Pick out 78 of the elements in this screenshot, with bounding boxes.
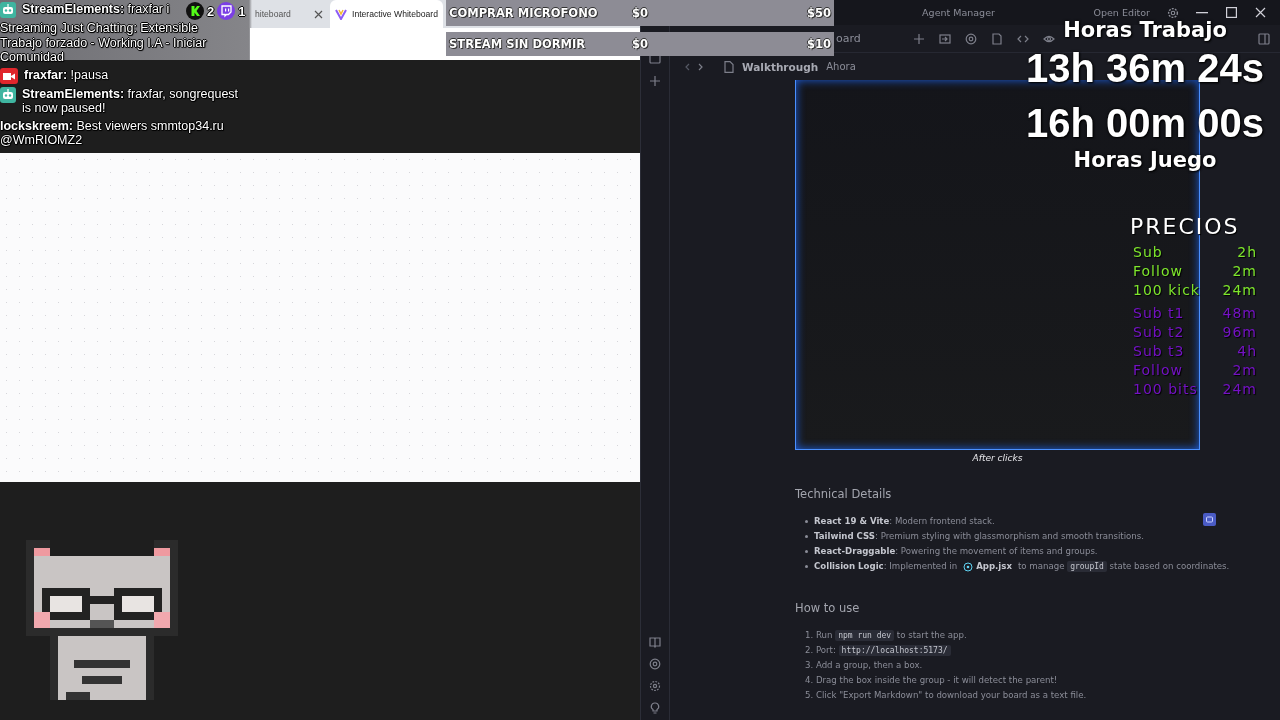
chevron-left-icon[interactable] [684, 62, 690, 71]
browser-tab[interactable]: hiteboard [250, 0, 328, 28]
file-name[interactable]: App.jsx [976, 560, 1012, 573]
breadcrumb-title: Walkthrough [742, 60, 819, 73]
chevron-right-icon[interactable] [698, 62, 704, 71]
open-editor-link[interactable]: Open Editor [1093, 7, 1150, 18]
settings-icon[interactable] [649, 680, 661, 692]
bullet-icon [805, 565, 808, 568]
atom-icon [963, 561, 974, 572]
frame-icon[interactable] [1203, 513, 1216, 526]
viewer-count: 2 [207, 3, 215, 19]
toolbar-title: oard [836, 32, 861, 45]
window-title: Agent Manager [922, 7, 995, 18]
side-panel-icon[interactable] [1258, 32, 1270, 45]
file-icon[interactable] [991, 32, 1003, 45]
price-label: Follow [1133, 262, 1183, 281]
goal-target: $50 [807, 6, 831, 20]
circle-logo-icon[interactable] [649, 658, 661, 670]
list-item-text: 1. Run npm run dev to start the app. [805, 629, 967, 642]
price-label: Follow [1133, 361, 1183, 380]
minimize-icon[interactable] [1196, 11, 1208, 14]
price-value: 4h [1237, 342, 1257, 361]
chat-message: StreamElements: fraxfar i [22, 2, 170, 17]
globe-icon[interactable] [965, 32, 977, 45]
chat-message: lockskreem: Best viewers smmtop34.ru @WmRIOMZ2 [0, 118, 225, 148]
price-value: 24m [1222, 380, 1257, 399]
goal-label: COMPRAR MICROFONO [449, 6, 599, 20]
list-item-text: React-Draggable: Powering the movement of items and groups. [814, 545, 1098, 558]
section-heading: Technical Details [795, 487, 893, 501]
timer-value: 13h 36m 24s [1026, 48, 1264, 88]
price-value: 48m [1222, 304, 1257, 323]
close-icon[interactable] [314, 9, 323, 19]
list-item-text: React 19 & Vite: Modern frontend stack. [814, 515, 995, 528]
price-value: 2m [1232, 262, 1257, 281]
chat-message: StreamElements: fraxfar, songrequest is now paused! [22, 86, 240, 116]
price-label: Sub t3 [1133, 342, 1185, 361]
letter-k-icon [186, 2, 204, 20]
breadcrumb-time: Ahora [826, 61, 856, 72]
price-label: Sub t2 [1133, 323, 1185, 342]
robot-icon [0, 2, 16, 18]
price-label: Sub t1 [1133, 304, 1185, 323]
list-item-text: 2. Port: http://localhost:5173/ [805, 644, 951, 657]
bullet-icon [805, 520, 808, 523]
list-item-text: Collision Logic: Implemented in [814, 560, 958, 573]
figure-caption: After clicks [971, 453, 1024, 463]
section-heading: How to use [795, 601, 861, 615]
browser-tab[interactable]: Interactive Whiteboard [330, 0, 443, 28]
plus-icon[interactable] [913, 32, 925, 45]
goal-amount: $0 [632, 6, 648, 20]
plus-icon[interactable] [649, 75, 661, 87]
settings-icon[interactable] [1166, 5, 1180, 20]
document-icon [724, 60, 734, 73]
maximize-icon[interactable] [1226, 7, 1237, 18]
lightbulb-icon[interactable] [649, 702, 661, 714]
price-label: 100 kick [1133, 281, 1200, 300]
list-item-text: 4. Drag the box inside the group - it will detect the parent! [805, 674, 1058, 687]
price-label: Sub [1133, 243, 1163, 262]
list-item-text: to manage groupId state based on coordinates. [1018, 560, 1230, 573]
price-value: 24m [1222, 281, 1257, 300]
timer-label: Horas Trabajo [1063, 20, 1227, 40]
goal-amount: $0 [632, 37, 648, 51]
book-icon[interactable] [649, 636, 661, 648]
viewer-count: 1 [238, 3, 246, 19]
goal-label: STREAM SIN DORMIR [449, 37, 587, 51]
bullet-icon [805, 535, 808, 538]
price-value: 2m [1232, 361, 1257, 380]
price-value: 2h [1237, 243, 1257, 262]
price-label: 100 bits [1133, 380, 1198, 399]
chat-message: fraxfar: !pausa [24, 67, 109, 82]
goal-target: $10 [807, 37, 831, 51]
folder-arrow-icon[interactable] [939, 32, 951, 45]
list-item-text: 5. Click "Export Markdown" to download your board as a text file. [805, 689, 1087, 702]
bullet-icon [805, 550, 808, 553]
list-item-text: 3. Add a group, then a box. [805, 659, 923, 672]
speech-bubble-icon [217, 2, 236, 20]
list-item-text: Tailwind CSS: Premium styling with glassmorphism and smooth transitions. [814, 530, 1145, 543]
v-logo-icon [335, 8, 347, 20]
price-value: 96m [1222, 323, 1257, 342]
